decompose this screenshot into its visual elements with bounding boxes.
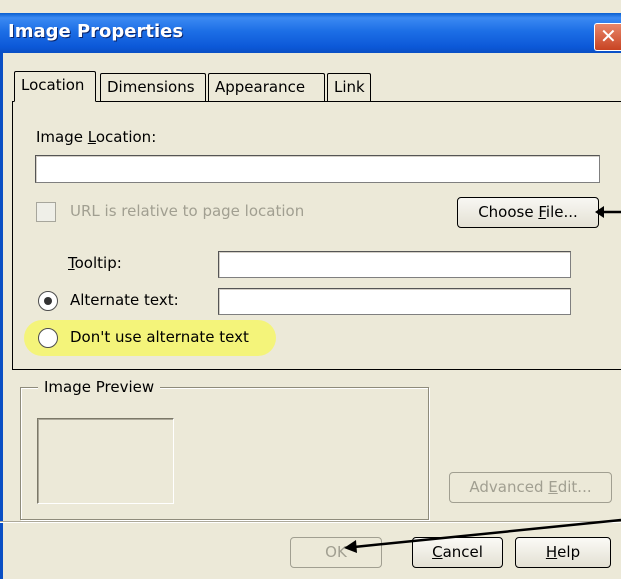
no-alternate-text-label: Don't use alternate text [70,328,249,346]
tooltip-label: Tooltip: [68,254,122,272]
advanced-edit-button[interactable]: Advanced Edit... [449,472,612,503]
image-preview-box [37,418,174,504]
image-preview-legend: Image Preview [38,378,161,396]
close-icon[interactable]: ✕ [594,23,621,51]
tab-location[interactable]: Location [14,71,96,102]
url-relative-checkbox[interactable] [36,202,56,222]
choose-file-button[interactable]: Choose File... [457,197,599,228]
arrow-icon [344,518,621,553]
url-relative-label: URL is relative to page location [70,202,305,220]
tab-link[interactable]: Link [327,73,371,101]
tooltip-input[interactable] [218,251,571,278]
radio-selected-dot [44,297,52,305]
alternate-text-label: Alternate text: [70,291,179,309]
image-location-label: Image Location: [36,128,157,146]
window-title: Image Properties [8,21,184,42]
window-frame [0,53,3,579]
tab-appearance[interactable]: Appearance [208,73,325,101]
image-location-input[interactable] [35,155,600,183]
alternate-text-input[interactable] [218,288,571,315]
tab-dimensions[interactable]: Dimensions [100,73,206,101]
no-alternate-text-radio[interactable] [38,328,58,348]
arrow-icon [595,206,621,218]
